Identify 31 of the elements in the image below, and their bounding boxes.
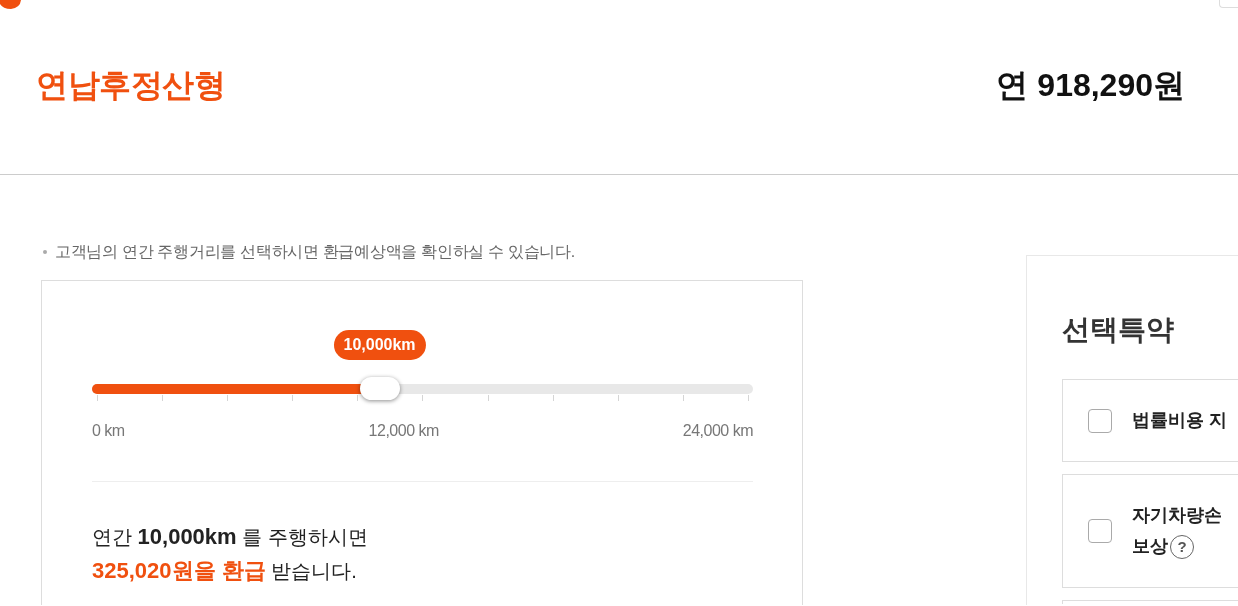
scale-label: 12,000 km <box>368 421 439 441</box>
tick-mark <box>617 395 619 401</box>
scale-label: 24,000 km <box>682 421 753 441</box>
option-checkbox[interactable] <box>1088 408 1112 433</box>
refund-result-text: 연간 10,000km 를 주행하시면 325,020원을 환급 받습니다. <box>92 523 369 585</box>
logo-icon <box>0 0 22 9</box>
slider-thumb[interactable] <box>359 377 400 400</box>
tick-mark <box>682 395 684 401</box>
scale-label: 0 km <box>92 421 125 441</box>
tick-mark <box>227 395 229 401</box>
tick-mark <box>97 395 98 401</box>
panel-title: 선택특약 <box>1062 313 1175 347</box>
tick-mark <box>292 395 294 401</box>
tick-mark <box>162 395 164 401</box>
option-checkbox[interactable] <box>1088 519 1112 543</box>
slider-track[interactable] <box>92 377 753 401</box>
panel-background <box>1219 0 1238 8</box>
annual-price: 연 918,290원 <box>996 66 1185 105</box>
bullet-icon <box>43 250 47 254</box>
help-button[interactable]: ? <box>1170 534 1194 559</box>
distance-tooltip: 10,000km <box>333 330 426 360</box>
tick-mark <box>487 395 489 401</box>
tick-mark <box>552 395 554 401</box>
plan-title: 연납후정산형 <box>36 66 225 105</box>
notice-text: 고객님의 연간 주행거리를 선택하시면 환급예상액을 확인하실 수 있습니다. <box>55 242 575 262</box>
option-label: 자기차량손 <box>1132 504 1222 527</box>
tick-mark <box>357 395 359 401</box>
option-label: 보상 <box>1132 535 1168 558</box>
option-label: 법률비용 지 <box>1132 409 1227 432</box>
tick-mark <box>747 395 749 401</box>
tick-mark <box>422 395 424 401</box>
